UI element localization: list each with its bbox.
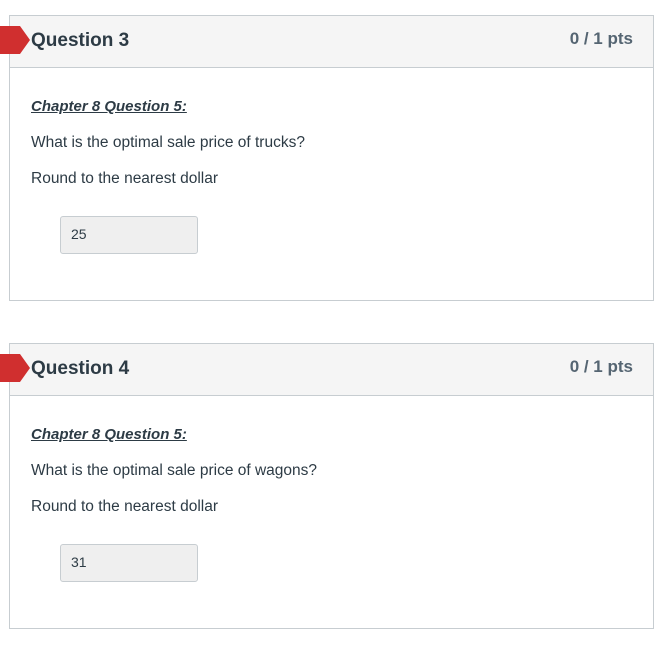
question-points: 0 / 1 pts (569, 29, 633, 48)
incorrect-flag-icon (0, 26, 30, 54)
incorrect-flag-icon (0, 354, 30, 382)
question-prompt: What is the optimal sale price of wagons… (31, 462, 318, 479)
question-body: Chapter 8 Question 5: What is the optima… (10, 396, 653, 582)
answer-field[interactable]: 31 (60, 544, 198, 582)
question-prompt: What is the optimal sale price of trucks… (31, 134, 305, 151)
question-header: Question 4 0 / 1 pts (0, 344, 653, 396)
question-title: Question 4 (31, 358, 130, 379)
question-chapter-label: Chapter 8 Question 5: (31, 426, 187, 443)
question-card-4: Question 4 0 / 1 pts Chapter 8 Question … (0, 343, 654, 629)
question-title: Question 3 (31, 30, 130, 51)
answer-field[interactable]: 25 (60, 216, 198, 254)
question-chapter-label: Chapter 8 Question 5: (31, 98, 187, 115)
question-card-3: Question 3 0 / 1 pts Chapter 8 Question … (0, 15, 654, 301)
question-rounding-note: Round to the nearest dollar (31, 498, 218, 515)
question-header: Question 3 0 / 1 pts (0, 16, 653, 68)
question-body: Chapter 8 Question 5: What is the optima… (10, 68, 653, 254)
question-rounding-note: Round to the nearest dollar (31, 170, 218, 187)
question-points: 0 / 1 pts (569, 357, 633, 376)
